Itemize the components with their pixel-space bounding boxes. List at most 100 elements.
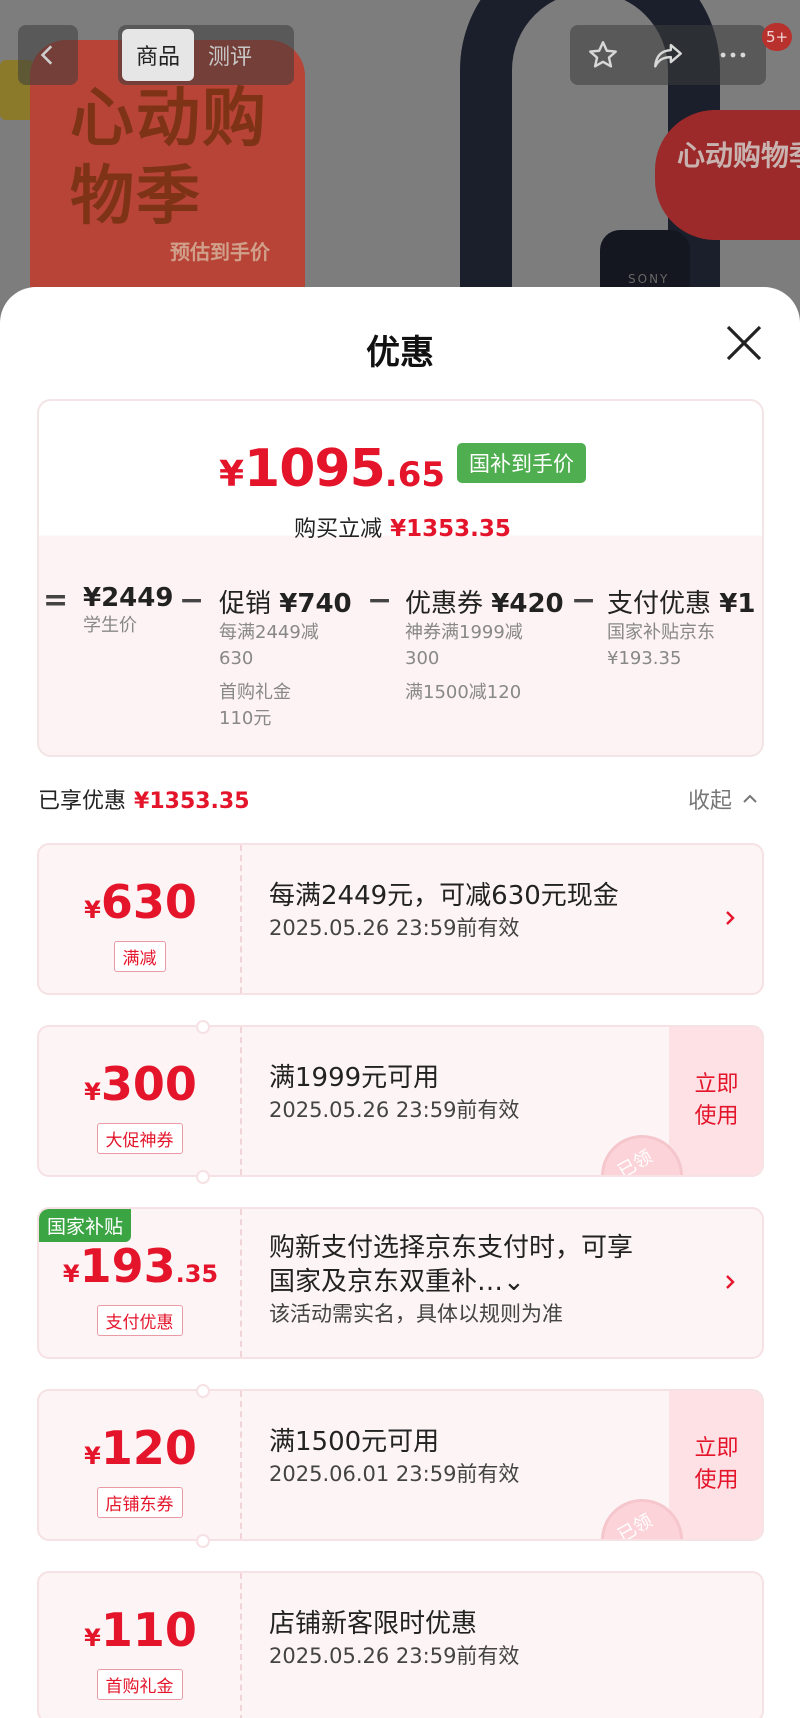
breakdown-label: 优惠券 xyxy=(405,589,484,619)
coupon-card[interactable]: ¥300 大促神券 满1999元可用 2025.05.26 23:59前有效 立… xyxy=(37,1025,764,1177)
star-icon[interactable] xyxy=(586,38,620,72)
promo-badge-right: 心动购物季 xyxy=(655,110,800,240)
price-summary-card: ¥ 1095 .65 国补到手价 购买立减 ¥1353.35 = ¥2449 学生… xyxy=(37,399,764,757)
coupon-amount: ¥193.35 xyxy=(62,1239,219,1293)
caret-pointer xyxy=(391,551,415,563)
final-price: ¥ 1095 .65 国补到手价 xyxy=(39,439,762,499)
notification-badge: 5+ xyxy=(762,23,793,51)
coupon-card[interactable]: ¥120 店铺东券 满1500元可用 2025.06.01 23:59前有效 立… xyxy=(37,1389,764,1541)
chevron-up-icon xyxy=(743,794,757,803)
price-breakdown[interactable]: = ¥2449 学生价 − 促销 ¥740 每满2449减 630 首购礼金 1… xyxy=(39,583,762,753)
promo-banner-sub: 预估到手价 xyxy=(170,240,270,264)
breakdown-detail: 神券满1999减 xyxy=(405,622,523,643)
coupon-amount-area: ¥120 店铺东券 xyxy=(39,1391,242,1539)
breakdown-detail: 满1500减120 xyxy=(405,682,522,703)
collapse-button[interactable]: 收起 xyxy=(688,783,760,815)
coupon-amount: ¥120 xyxy=(84,1421,197,1475)
coupon-description-more[interactable]: 国家及京东双重补…⌄ xyxy=(269,1265,669,1299)
coupon-text: 店铺新客限时优惠 2025.05.26 23:59前有效 xyxy=(269,1607,669,1671)
coupon-notch xyxy=(196,1384,210,1398)
coupon-type-tag: 首购礼金 xyxy=(96,1669,183,1700)
coupon-amount: ¥630 xyxy=(84,875,197,929)
back-button[interactable] xyxy=(18,25,78,85)
breakdown-detail: 110元 xyxy=(219,708,272,729)
coupon-validity: 2025.06.01 23:59前有效 xyxy=(269,1462,520,1486)
collapse-label: 收起 xyxy=(688,789,733,814)
enjoyed-label: 已享优惠 xyxy=(38,789,127,814)
reduction-label: 购买立减 xyxy=(294,517,383,542)
enjoyed-discount: 已享优惠 ¥1353.35 xyxy=(38,783,250,815)
coupon-amount: ¥300 xyxy=(84,1057,197,1111)
use-now-button[interactable]: 立即使用 xyxy=(669,1027,762,1175)
breakdown-value: ¥740 xyxy=(279,589,352,619)
coupon-notch xyxy=(196,1020,210,1034)
breakdown-promotion: 促销 ¥740 每满2449减 630 首购礼金 110元 xyxy=(219,583,352,732)
breakdown-detail: ¥193.35 xyxy=(607,648,682,669)
subsidy-price-tag: 国补到手价 xyxy=(457,443,587,483)
coupon-notch xyxy=(196,1170,210,1184)
breakdown-detail: 国家补贴京东 xyxy=(607,622,715,643)
use-now-button[interactable]: 立即使用 xyxy=(669,1391,762,1539)
coupon-text: 购新支付选择京东支付时，可享 国家及京东双重补…⌄ 该活动需实名，具体以规则为准 xyxy=(269,1231,669,1329)
coupon-card[interactable]: ¥110 首购礼金 店铺新客限时优惠 2025.05.26 23:59前有效 xyxy=(37,1571,764,1718)
breakdown-payment: 支付优惠 ¥1 国家补贴京东 ¥193.35 xyxy=(607,583,755,672)
coupon-note: 该活动需实名，具体以规则为准 xyxy=(269,1302,563,1326)
coupon-amount: ¥110 xyxy=(84,1603,197,1657)
close-icon[interactable] xyxy=(720,319,768,367)
breakdown-detail: 630 xyxy=(219,648,254,669)
coupon-amount-area: ¥110 首购礼金 xyxy=(39,1573,242,1718)
coupon-validity: 2025.05.26 23:59前有效 xyxy=(269,1644,520,1668)
breakdown-value: ¥420 xyxy=(491,589,564,619)
coupon-text: 满1500元可用 2025.06.01 23:59前有效 xyxy=(269,1425,669,1489)
breakdown-detail: 每满2449减 xyxy=(219,622,319,643)
breakdown-coupon: 优惠券 ¥420 神券满1999减 300 满1500减120 xyxy=(405,583,564,706)
op-minus: − xyxy=(367,583,393,618)
op-minus: − xyxy=(571,583,597,618)
tab-bar: 商品 测评 xyxy=(118,25,294,85)
use-now-label: 立即使用 xyxy=(694,1072,739,1129)
coupon-description: 满1500元可用 xyxy=(269,1427,440,1457)
promo-banner-text: 心动购物季 xyxy=(70,81,268,234)
breakdown-value: ¥2449 xyxy=(83,583,174,613)
brand-mark: SONY xyxy=(628,272,670,286)
product-background: 心动购物季 预估到手价 SONY 心动购物季 商品 测评 5+ xyxy=(0,0,800,320)
coupon-text: 每满2449元，可减630元现金 2025.05.26 23:59前有效 xyxy=(269,879,669,943)
coupon-type-tag: 大促神券 xyxy=(96,1123,183,1154)
coupon-card[interactable]: ¥193.35 支付优惠 国家补贴 购新支付选择京东支付时，可享 国家及京东双重… xyxy=(37,1207,764,1359)
more-icon[interactable] xyxy=(716,38,750,72)
back-arrow-icon xyxy=(40,45,53,65)
breakdown-detail: 学生价 xyxy=(83,615,137,636)
price-decimal: .65 xyxy=(384,455,446,495)
reduction-value: ¥1353.35 xyxy=(390,516,511,542)
coupon-validity: 2025.05.26 23:59前有效 xyxy=(269,916,520,940)
op-minus: − xyxy=(179,583,205,618)
coupon-notch xyxy=(196,1534,210,1548)
promo-badge-text: 心动购物季 xyxy=(677,139,800,172)
breakdown-detail: 300 xyxy=(405,648,440,669)
breakdown-value: ¥1 xyxy=(719,589,756,619)
coupon-text: 满1999元可用 2025.05.26 23:59前有效 xyxy=(269,1061,669,1125)
coupon-amount-area: ¥630 满减 xyxy=(39,845,242,993)
coupon-description: 购新支付选择京东支付时，可享 xyxy=(269,1233,634,1263)
coupon-validity: 2025.05.26 23:59前有效 xyxy=(269,1098,520,1122)
breakdown-detail: 首购礼金 xyxy=(219,682,291,703)
coupon-amount-area: ¥300 大促神券 xyxy=(39,1027,242,1175)
tab-review[interactable]: 测评 xyxy=(194,29,266,81)
share-icon[interactable] xyxy=(651,38,685,72)
total-reduction: 购买立减 ¥1353.35 xyxy=(39,511,762,543)
price-integer: 1095 xyxy=(244,439,386,499)
coupon-description: 每满2449元，可减630元现金 xyxy=(269,881,619,911)
chevron-right-icon[interactable] xyxy=(719,905,741,931)
enjoyed-value: ¥1353.35 xyxy=(134,789,250,814)
coupon-type-tag: 支付优惠 xyxy=(96,1305,183,1336)
breakdown-student-price: ¥2449 学生价 xyxy=(83,583,173,639)
coupon-type-tag: 店铺东券 xyxy=(96,1487,183,1518)
sheet-title: 优惠 xyxy=(366,333,434,373)
header-actions xyxy=(570,25,766,85)
tab-product[interactable]: 商品 xyxy=(122,29,195,81)
breakdown-label: 促销 xyxy=(219,589,272,619)
price-currency: ¥ xyxy=(218,454,245,495)
chevron-right-icon[interactable] xyxy=(719,1269,741,1295)
coupon-card[interactable]: ¥630 满减 每满2449元，可减630元现金 2025.05.26 23:5… xyxy=(37,843,764,995)
coupon-type-tag: 满减 xyxy=(113,941,166,972)
